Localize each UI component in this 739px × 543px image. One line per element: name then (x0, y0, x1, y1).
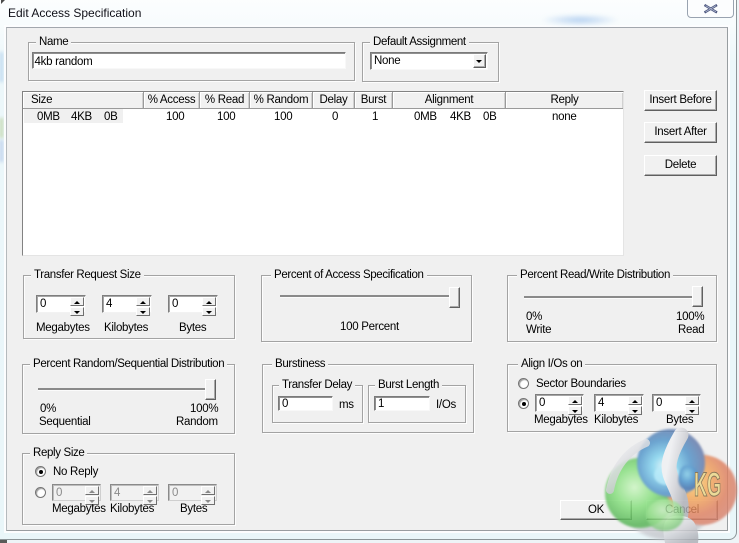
svg-text:KG: KG (694, 466, 721, 504)
